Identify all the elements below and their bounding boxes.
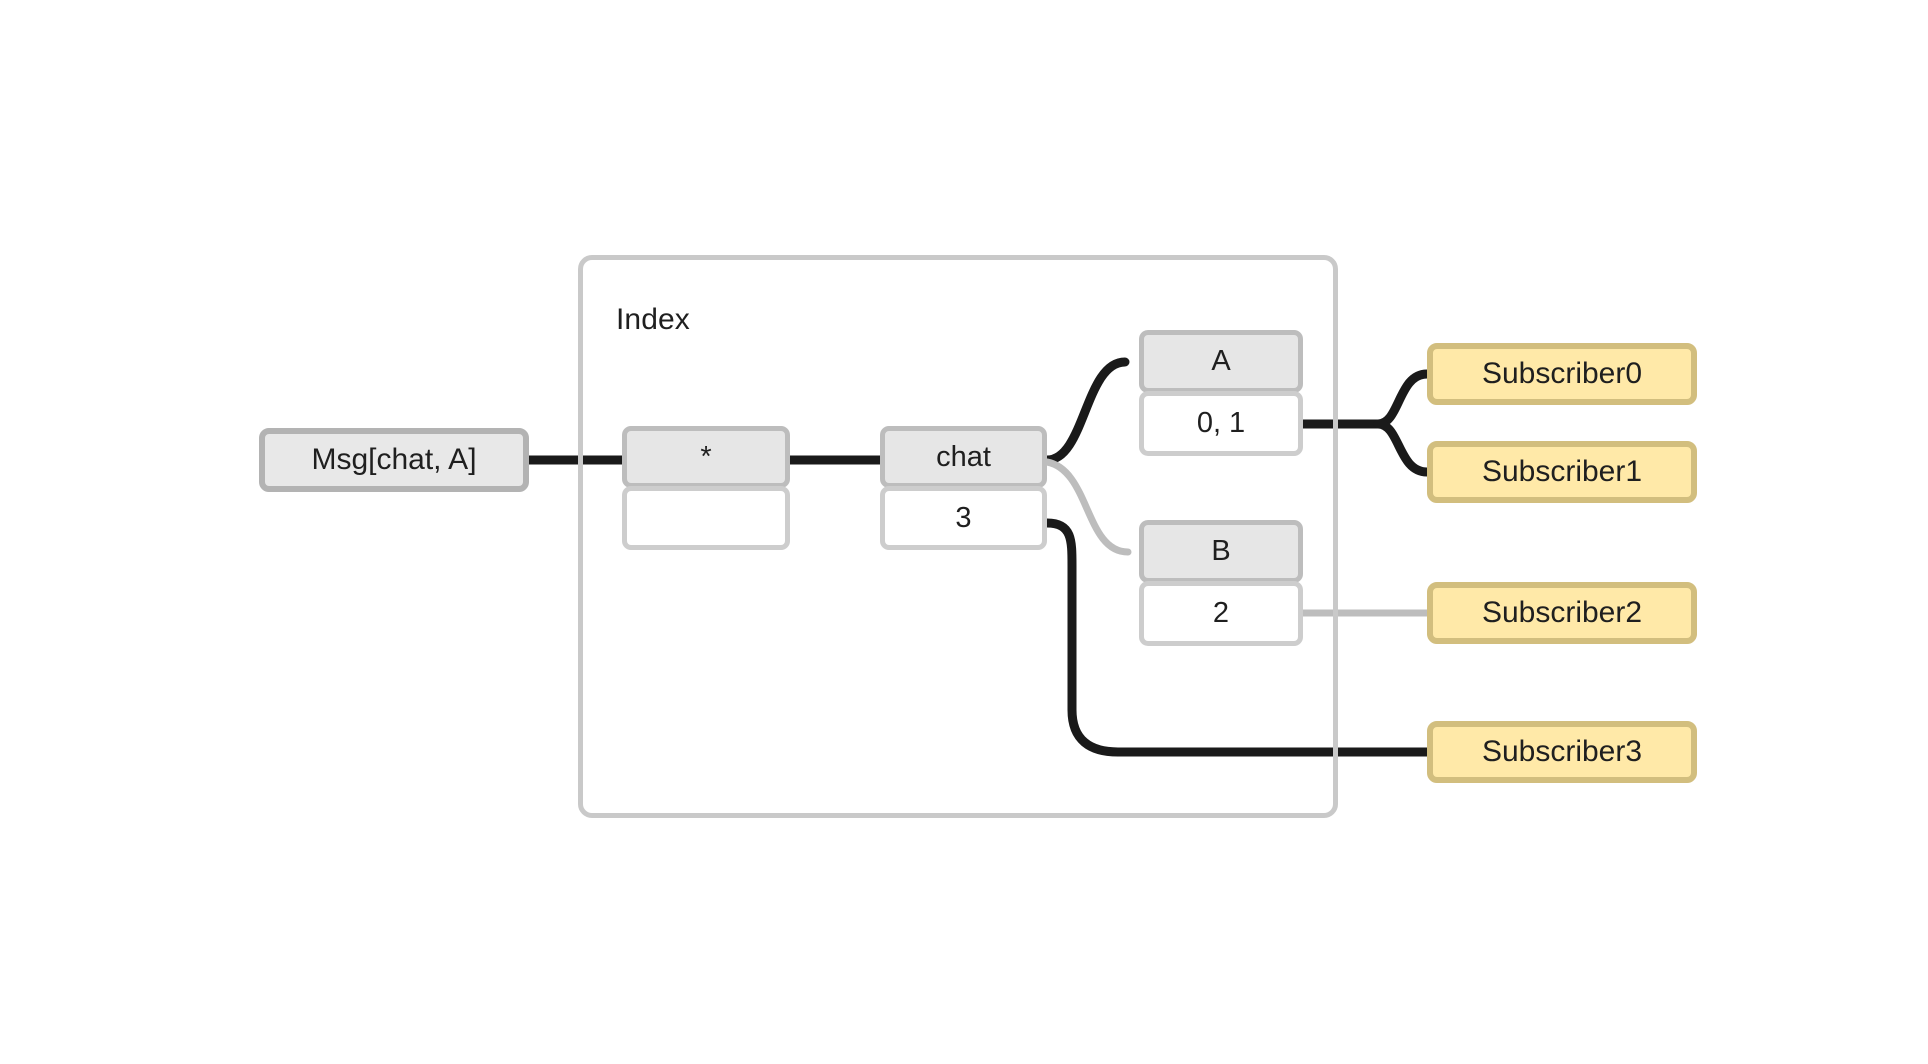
subscriber-node-0[interactable]: Subscriber0 [1427, 343, 1697, 405]
edge-topic-a-to-subscriber0 [1373, 369, 1432, 429]
index-node-wildcard[interactable]: * [622, 426, 790, 550]
index-node-wildcard-header: * [622, 426, 790, 488]
index-node-topic-a[interactable]: A 0, 1 [1139, 330, 1303, 456]
index-node-chat-header: chat [880, 426, 1047, 488]
edge-topic-a-to-subscriber1 [1373, 419, 1432, 477]
message-node[interactable]: Msg[chat, A] [259, 428, 529, 492]
subscriber-node-2[interactable]: Subscriber2 [1427, 582, 1697, 644]
index-node-topic-b[interactable]: B 2 [1139, 520, 1303, 646]
index-node-topic-b-header: B [1139, 520, 1303, 583]
index-node-topic-a-header: A [1139, 330, 1303, 393]
index-node-topic-a-body: 0, 1 [1139, 391, 1303, 456]
subscriber-node-3[interactable]: Subscriber3 [1427, 721, 1697, 783]
diagram-canvas: Index Msg[chat, A] * chat 3 A 0, 1 B 2 S… [0, 0, 1928, 1064]
subscriber-node-1[interactable]: Subscriber1 [1427, 441, 1697, 503]
index-node-chat[interactable]: chat 3 [880, 426, 1047, 550]
index-node-topic-b-body: 2 [1139, 581, 1303, 646]
index-group-label: Index [616, 303, 690, 336]
index-node-chat-body: 3 [880, 486, 1047, 550]
index-node-wildcard-body [622, 486, 790, 550]
